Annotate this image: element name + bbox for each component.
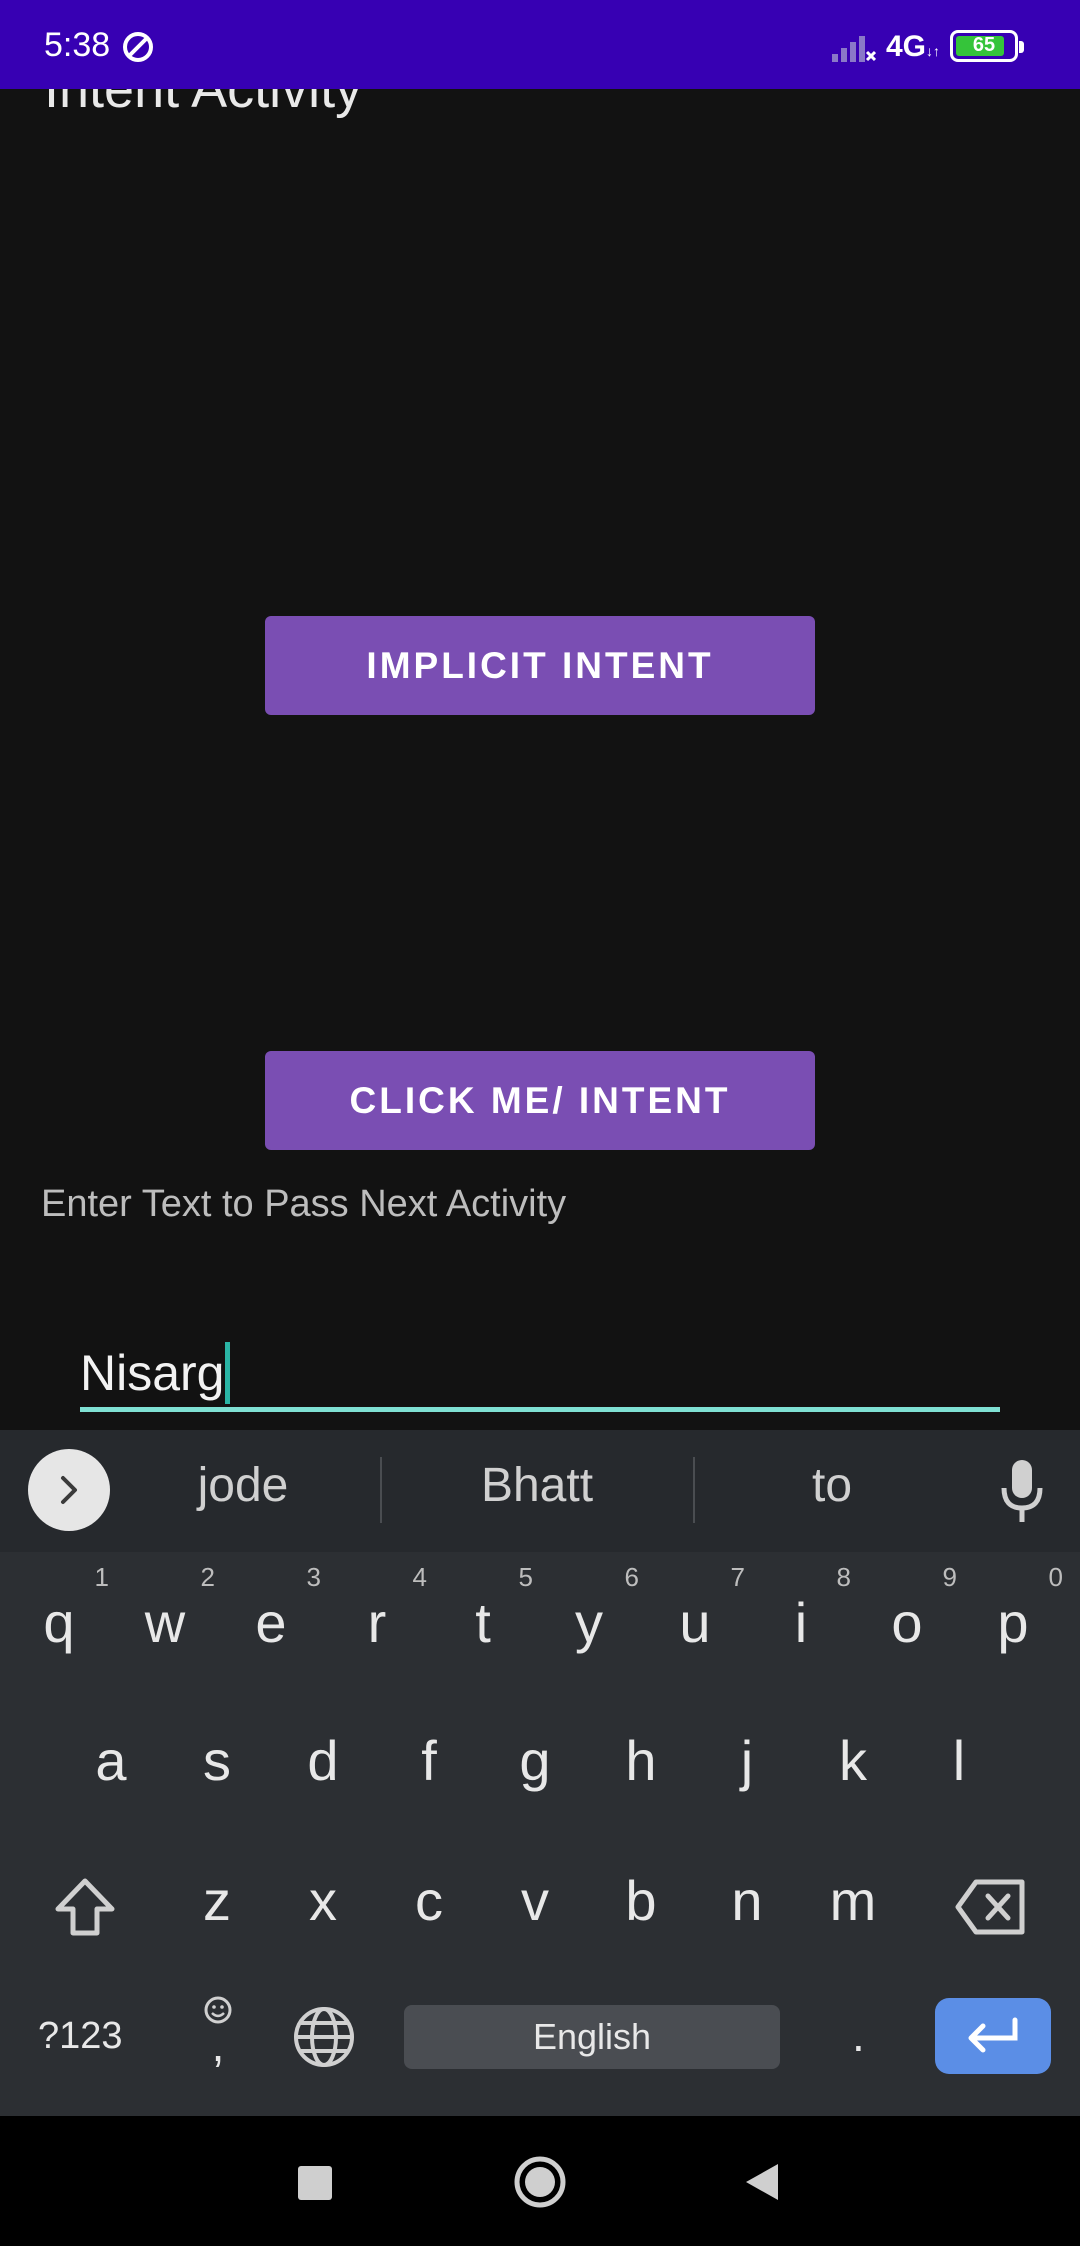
- key-a[interactable]: a: [61, 1728, 161, 1793]
- mic-icon[interactable]: [998, 1458, 1046, 1524]
- key-g[interactable]: g: [485, 1728, 585, 1793]
- network-type-overlay: 4G↓↑: [886, 30, 941, 63]
- signal-icon: [832, 36, 876, 62]
- key-c[interactable]: c: [379, 1868, 479, 1933]
- hint-label: Enter Text to Pass Next Activity: [41, 1183, 567, 1225]
- key-l[interactable]: l: [909, 1728, 1009, 1793]
- key-t[interactable]: t5: [433, 1562, 533, 1655]
- text-input-field[interactable]: Nisarg: [80, 1330, 1000, 1412]
- comma-label: ,: [211, 2019, 225, 2071]
- key-j[interactable]: j: [697, 1728, 797, 1793]
- key-w[interactable]: w2: [115, 1562, 215, 1655]
- suggestion-divider: [380, 1457, 382, 1523]
- text-value: Nisarg: [80, 1345, 225, 1401]
- key-x[interactable]: x: [273, 1868, 373, 1933]
- emoji-comma-key[interactable]: ,: [198, 1995, 238, 2075]
- enter-key[interactable]: [935, 1998, 1051, 2074]
- implicit-intent-button[interactable]: IMPLICIT INTENT: [265, 616, 815, 715]
- globe-icon[interactable]: [292, 2005, 356, 2069]
- click-me-intent-button[interactable]: CLICK ME/ INTENT: [265, 1051, 815, 1150]
- key-f[interactable]: f: [379, 1728, 479, 1793]
- shift-icon[interactable]: [52, 1875, 118, 1941]
- key-h[interactable]: h: [591, 1728, 691, 1793]
- soft-keyboard: jode Bhatt to q1 w2 e3 r4 t5 y6 u7 i8 o9…: [0, 1430, 1080, 2116]
- battery-percent-overlay: 65: [972, 34, 996, 56]
- symbols-key[interactable]: ?123: [38, 2015, 123, 2058]
- backspace-icon[interactable]: [954, 1876, 1028, 1938]
- key-o[interactable]: o9: [857, 1562, 957, 1655]
- period-key[interactable]: .: [852, 2008, 865, 2062]
- battery-icon: 65: [950, 30, 1024, 62]
- space-key[interactable]: English: [404, 2005, 780, 2069]
- navigation-bar: [0, 2116, 1080, 2246]
- home-icon[interactable]: [513, 2155, 567, 2209]
- dnd-icon: [123, 32, 153, 62]
- enter-icon: [968, 2017, 1018, 2053]
- suggestion-bar: jode Bhatt to: [0, 1430, 1080, 1552]
- suggestion-2[interactable]: Bhatt: [397, 1458, 677, 1513]
- key-v[interactable]: v: [485, 1868, 585, 1933]
- text-input-value[interactable]: Nisarg: [80, 1342, 231, 1404]
- key-z[interactable]: z: [167, 1868, 267, 1933]
- back-icon[interactable]: [744, 2162, 780, 2202]
- suggestion-1[interactable]: jode: [103, 1458, 383, 1513]
- text-cursor: [225, 1342, 231, 1404]
- expand-suggestions-icon[interactable]: [28, 1449, 110, 1531]
- key-b[interactable]: b: [591, 1868, 691, 1933]
- key-r[interactable]: r4: [327, 1562, 427, 1655]
- key-e[interactable]: e3: [221, 1562, 321, 1655]
- suggestion-3[interactable]: to: [692, 1458, 972, 1513]
- recents-icon[interactable]: [298, 2166, 332, 2200]
- status-bar-overlay: 5:38 4G↓↑ 65: [0, 0, 1080, 89]
- key-i[interactable]: i8: [751, 1562, 851, 1655]
- key-p[interactable]: p0: [963, 1562, 1063, 1655]
- key-n[interactable]: n: [697, 1868, 797, 1933]
- status-time-overlay: 5:38: [44, 26, 111, 64]
- key-u[interactable]: u7: [645, 1562, 745, 1655]
- key-q[interactable]: q1: [9, 1562, 109, 1655]
- key-d[interactable]: d: [273, 1728, 373, 1793]
- key-k[interactable]: k: [803, 1728, 903, 1793]
- key-m[interactable]: m: [803, 1868, 903, 1933]
- key-s[interactable]: s: [167, 1728, 267, 1793]
- key-y[interactable]: y6: [539, 1562, 639, 1655]
